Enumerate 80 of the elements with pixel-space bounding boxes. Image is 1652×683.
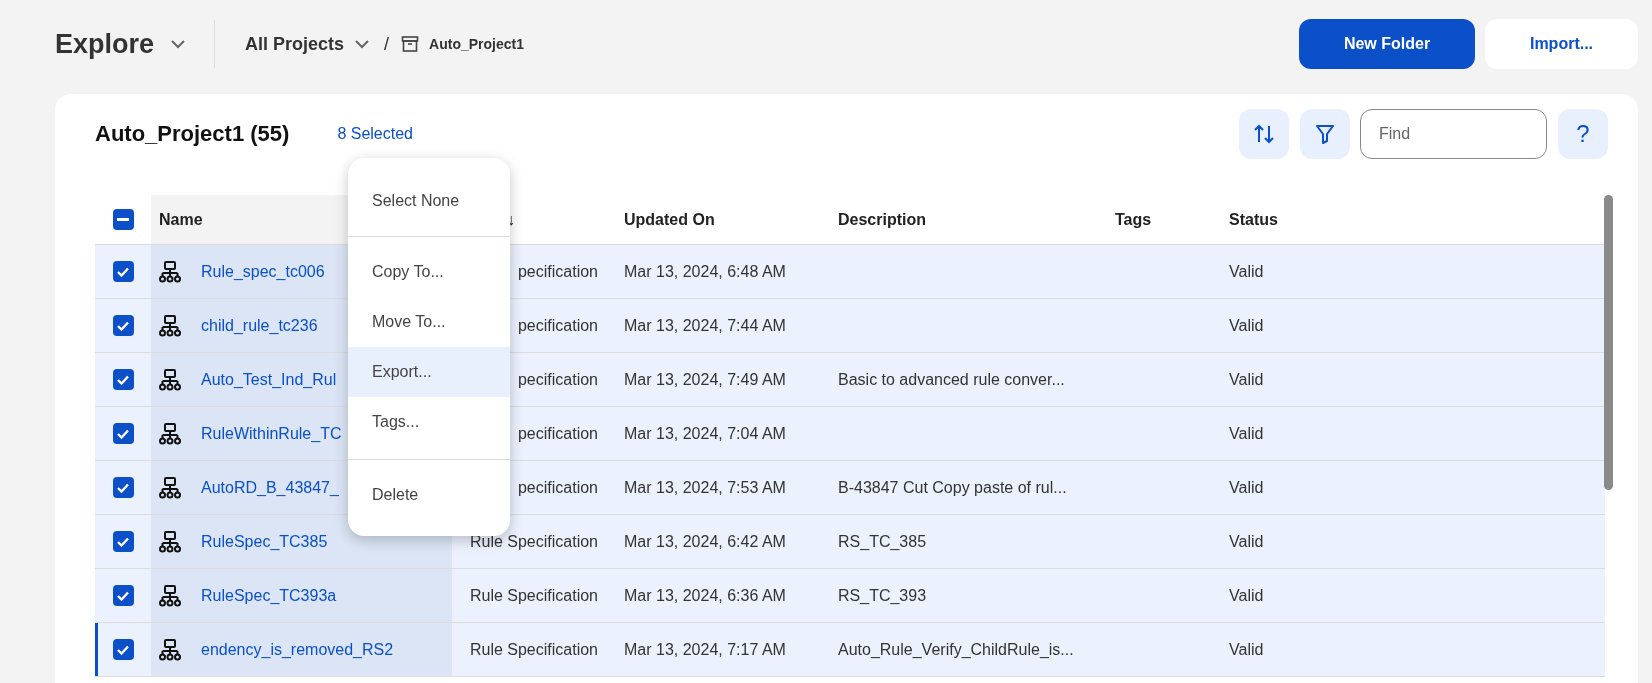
column-header[interactable]: Status (1229, 210, 1278, 229)
item-name-link[interactable]: RuleSpec_TC393a (201, 586, 337, 605)
table-cell: Valid (1229, 640, 1264, 659)
menu-item[interactable]: Copy To... (348, 247, 510, 297)
table-cell: Basic to advanced rule conver... (838, 370, 1065, 389)
menu-item[interactable]: Tags... (348, 397, 510, 447)
scrollbar[interactable] (1604, 195, 1613, 490)
table-cell: Rule Specification (469, 586, 598, 605)
sort-icon (1252, 122, 1276, 146)
table-cell: Mar 13, 2024, 7:44 AM (624, 316, 786, 335)
new-folder-button[interactable]: New Folder (1299, 19, 1475, 69)
table-cell: Valid (1229, 262, 1264, 281)
table-cell: Valid (1229, 316, 1264, 335)
hierarchy-icon (159, 368, 181, 391)
table-cell: Mar 13, 2024, 7:49 AM (624, 370, 786, 389)
column-header[interactable]: Description (838, 210, 926, 229)
table-cell: Valid (1229, 586, 1264, 605)
hierarchy-icon (159, 314, 181, 337)
hierarchy-icon (159, 422, 181, 445)
hierarchy-icon (159, 530, 181, 553)
table-cell: RS_TC_393 (838, 586, 927, 605)
item-name-link[interactable]: RuleWithinRule_TC (201, 424, 342, 443)
sort-button[interactable] (1239, 109, 1289, 159)
item-name-link[interactable]: Rule_spec_tc006 (201, 262, 325, 281)
table-cell: B-43847 Cut Copy paste of rul... (838, 478, 1067, 497)
row-checkbox[interactable] (112, 315, 134, 336)
table-cell: Mar 13, 2024, 6:48 AM (624, 262, 786, 281)
table-cell: Valid (1229, 424, 1264, 443)
hierarchy-icon (159, 260, 181, 283)
row-checkbox[interactable] (112, 369, 134, 390)
archive-icon (401, 35, 420, 53)
filter-icon (1314, 123, 1336, 145)
item-name-link[interactable]: child_rule_tc236 (201, 316, 318, 335)
menu-item[interactable]: Move To... (348, 297, 510, 347)
column-header[interactable]: Updated On (624, 210, 715, 229)
table-cell: RS_TC_385 (838, 532, 927, 551)
column-header[interactable]: Name (159, 210, 203, 229)
item-name-link[interactable]: Auto_Test_Ind_Rul (201, 370, 337, 389)
table-cell: Mar 13, 2024, 7:17 AM (624, 640, 786, 659)
table-cell: Mar 13, 2024, 7:53 AM (624, 478, 786, 497)
row-checkbox[interactable] (112, 477, 134, 498)
breadcrumb-link[interactable]: All Projects (245, 33, 345, 55)
menu-item[interactable]: Export... (348, 347, 510, 397)
table-cell: Mar 13, 2024, 6:42 AM (624, 532, 786, 551)
find-field[interactable]: Find (1360, 109, 1547, 159)
help-button[interactable]: ? (1558, 109, 1608, 159)
table-cell: Auto_Rule_Verify_ChildRule_is... (838, 640, 1074, 659)
hierarchy-icon (159, 638, 181, 661)
hierarchy-icon (159, 584, 181, 607)
selection-count-link[interactable]: 8 Selected (337, 125, 413, 143)
row-checkbox[interactable] (112, 639, 134, 660)
breadcrumb-separator: / (384, 33, 390, 55)
row-checkbox[interactable] (112, 531, 134, 552)
breadcrumb-current: Auto_Project1 (429, 36, 525, 52)
page-title: Explore (55, 28, 155, 60)
column-header[interactable]: Tags (1115, 210, 1152, 229)
table-cell: pecification (517, 316, 598, 335)
row-checkbox[interactable] (112, 585, 134, 606)
table-cell: Valid (1229, 370, 1264, 389)
select-all-checkbox[interactable] (112, 209, 134, 230)
table-cell: Mar 13, 2024, 7:04 AM (624, 424, 786, 443)
table-cell: Valid (1229, 478, 1264, 497)
panel-title: Auto_Project1 (55) (95, 121, 290, 147)
hierarchy-icon (159, 476, 181, 499)
import-button[interactable]: Import... (1485, 19, 1638, 69)
table-cell: pecification (517, 262, 598, 281)
row-checkbox[interactable] (112, 261, 134, 282)
table-cell: pecification (517, 370, 598, 389)
table-cell: pecification (517, 424, 598, 443)
table-cell: Mar 13, 2024, 6:36 AM (624, 586, 786, 605)
row-checkbox[interactable] (112, 423, 134, 444)
table-cell: pecification (517, 478, 598, 497)
minus-icon (117, 217, 129, 222)
item-name-link[interactable]: AutoRD_B_43847_ (201, 478, 339, 497)
item-name-link[interactable]: RuleSpec_TC385 (201, 532, 328, 551)
menu-item[interactable]: Select None (348, 176, 510, 226)
table-cell: Valid (1229, 532, 1264, 551)
menu-item[interactable]: Delete (348, 470, 510, 520)
filter-button[interactable] (1300, 109, 1350, 159)
table-cell: Rule Specification (469, 640, 598, 659)
